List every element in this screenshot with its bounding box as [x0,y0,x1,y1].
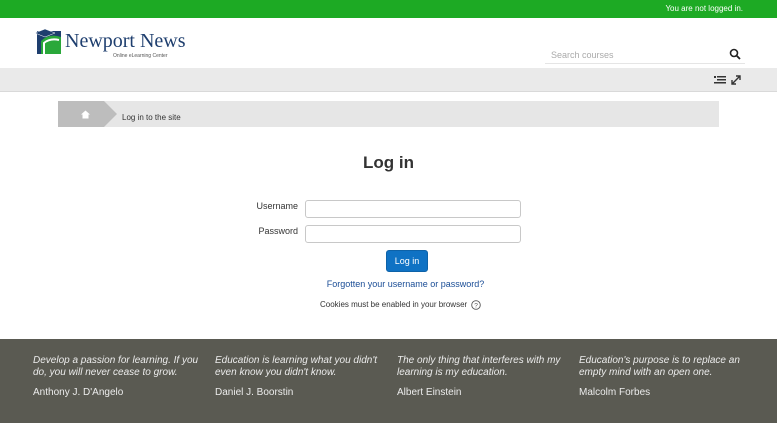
footer-quote: Develop a passion for learning. If you d… [33,355,203,398]
site-logo[interactable]: Newport News Online eLearning Center [35,27,195,63]
logo-emblem-icon [35,28,61,54]
quote-text: Develop a passion for learning. If you d… [33,355,199,378]
footer-quote: Education is learning what you didn't ev… [215,355,385,398]
help-icon[interactable]: ? [471,300,482,310]
login-button[interactable]: Log in [386,250,428,272]
username-field[interactable] [305,200,521,218]
block-toggle-icon[interactable] [714,74,726,86]
breadcrumb-separator [104,101,117,127]
password-field[interactable] [305,225,521,243]
forgot-password-link[interactable]: Forgotten your username or password? [0,279,777,289]
quote-text: The only thing that interferes with my l… [397,355,561,378]
footer: Develop a passion for learning. If you d… [0,339,777,423]
quote-author: Anthony J. D'Angelo [33,387,124,398]
login-status-text: You are not logged in. [665,4,743,13]
nav-bar [0,68,777,92]
search-box [545,45,745,64]
site-header: Newport News Online eLearning Center [0,18,777,68]
cookies-notice-text: Cookies must be enabled in your browser [320,300,468,310]
breadcrumb-current: Log in to the site [122,113,181,122]
username-label: Username [256,201,298,211]
top-bar: You are not logged in. [0,0,777,18]
brand-name: Newport News [65,30,186,52]
cookies-notice: Cookies must be enabled in your browser … [320,300,482,310]
brand-tagline: Online eLearning Center [113,53,168,59]
page-title: Log in [363,153,414,172]
password-label: Password [258,226,298,236]
quote-author: Daniel J. Boorstin [215,387,294,398]
search-icon[interactable] [729,48,741,60]
home-icon [81,110,90,119]
quote-author: Albert Einstein [397,387,462,398]
footer-quote: The only thing that interferes with my l… [397,355,567,398]
quote-author: Malcolm Forbes [579,387,651,398]
fullscreen-icon[interactable] [730,74,742,86]
quote-text: Education's purpose is to replace an emp… [579,355,740,378]
breadcrumb: Log in to the site [58,101,719,127]
footer-quote: Education's purpose is to replace an emp… [579,355,749,398]
breadcrumb-home[interactable] [58,101,104,127]
quote-text: Education is learning what you didn't ev… [215,355,378,378]
search-input[interactable] [545,47,715,63]
svg-text:?: ? [475,302,479,309]
